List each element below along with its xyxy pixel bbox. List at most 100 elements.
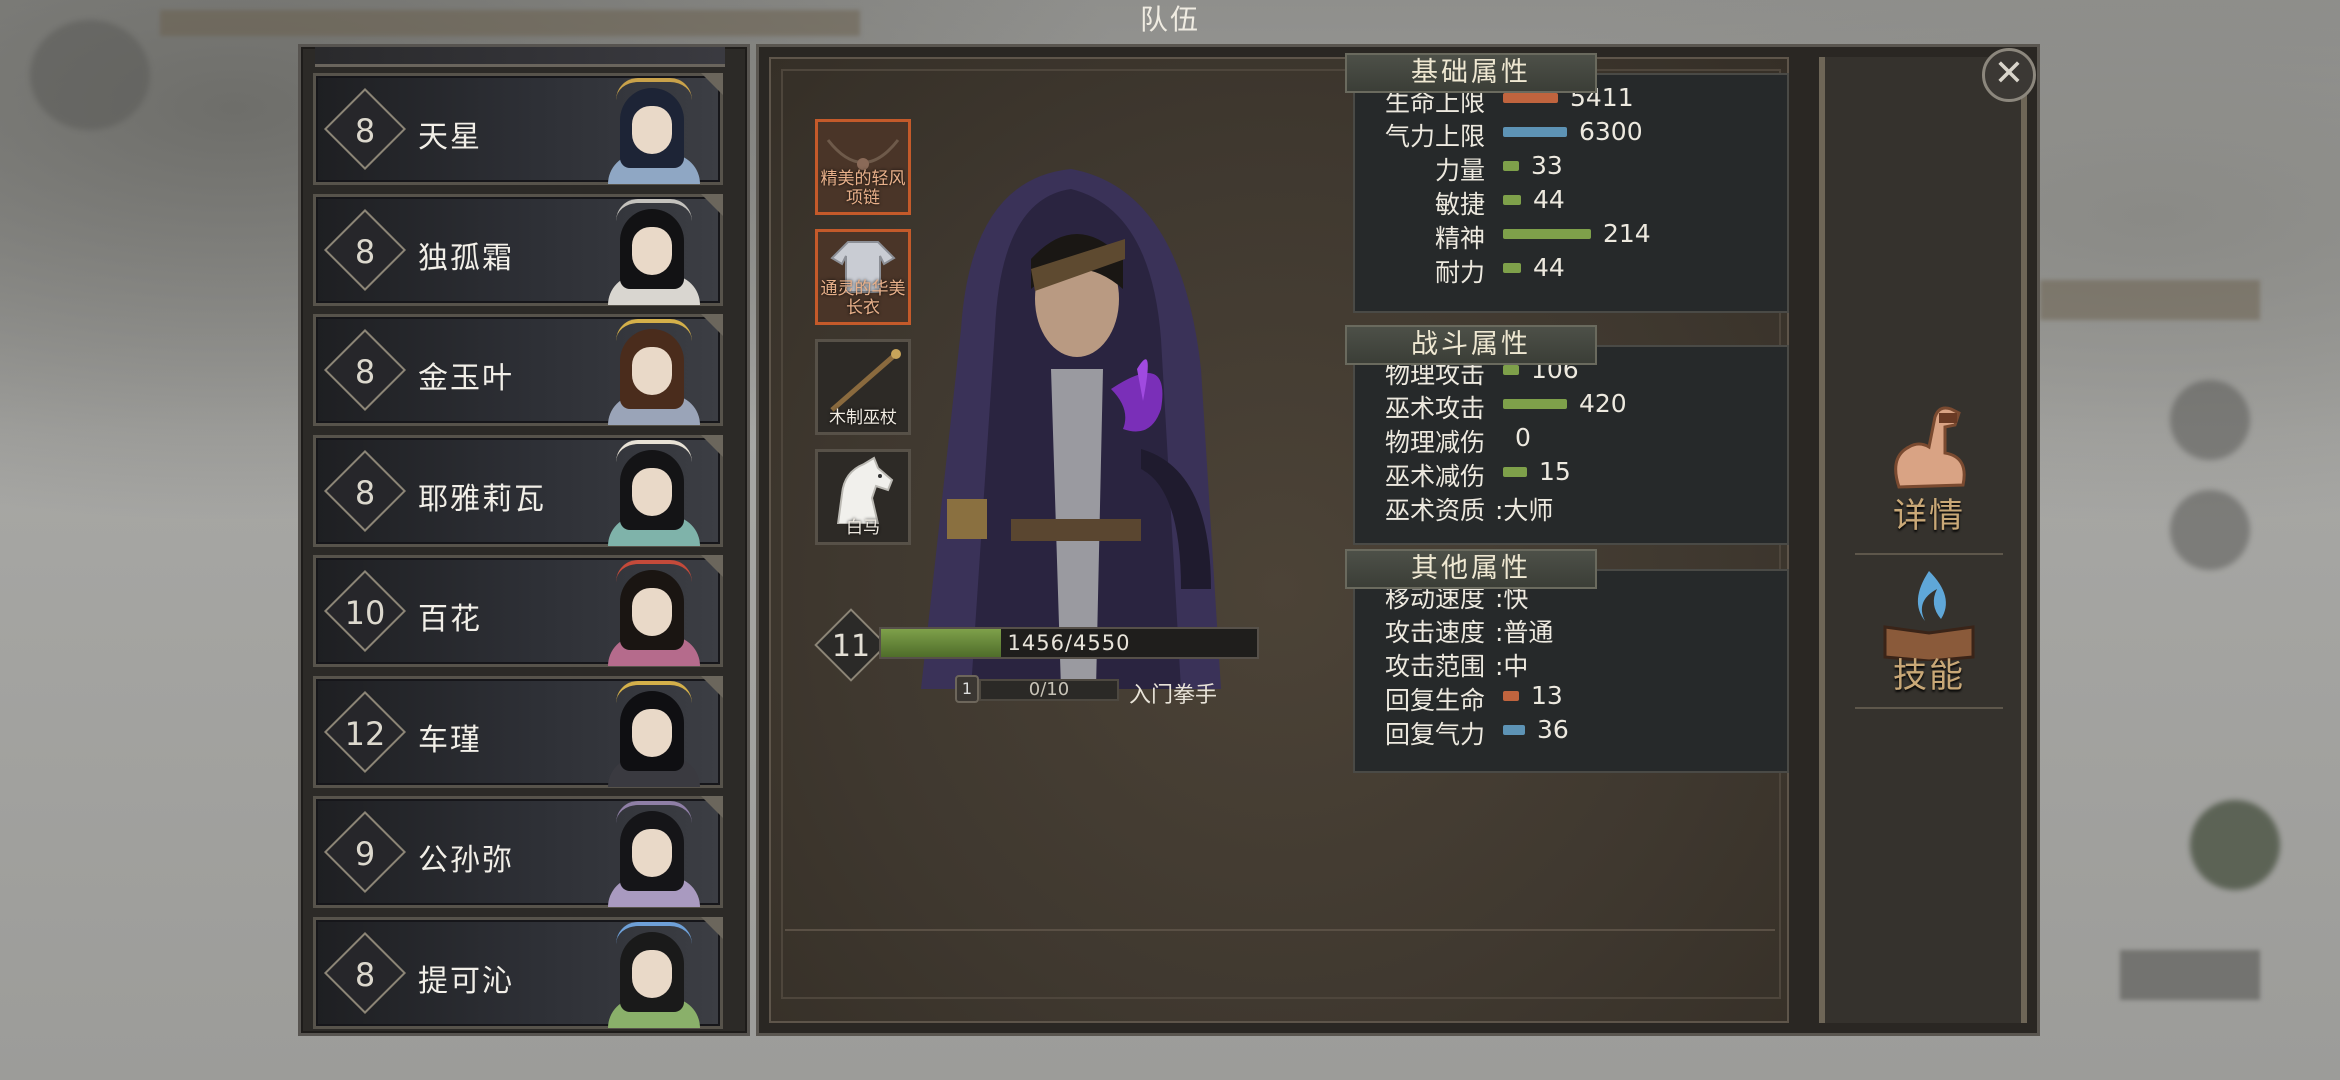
equip-slot-robe[interactable]: 通灵的华美 长衣 (815, 229, 911, 325)
experience-bar: 1456/4550 (879, 627, 1259, 659)
other-attributes-panel: 移动速度:快 攻击速度:普通 攻击范围:中 回复生命 13 回复气力 36 (1353, 569, 1789, 773)
attribute-value: 6300 (1579, 117, 1643, 146)
roster-member[interactable]: 8 独孤霜 (313, 193, 723, 306)
attribute-row: 耐力 44 (1355, 253, 1787, 287)
equip-label-line1: 木制巫杖 (829, 408, 897, 428)
equip-label-line1: 通灵的华美 (820, 279, 906, 299)
details-tab-button[interactable]: 详情 (1845, 397, 2013, 547)
attribute-label: 攻击范围 (1384, 652, 1485, 681)
background-bar-blur (2120, 950, 2260, 1000)
member-level: 9 (354, 835, 376, 873)
member-level: 8 (354, 232, 376, 271)
attribute-bar (1503, 127, 1567, 137)
attribute-label: 巫术减伤 (1384, 462, 1485, 491)
attribute-label: 耐力 (1434, 258, 1485, 287)
skills-tab-button[interactable]: 技能 (1845, 557, 2013, 707)
attribute-label: 回复气力 (1384, 720, 1485, 749)
parchment-background: 精美的轻风 项链 通灵的华美 长衣 木制巫杖 白马 11 1456/4550 1… (769, 53, 1789, 1023)
attribute-bar (1503, 161, 1519, 171)
equip-label-line2: 长衣 (846, 298, 880, 318)
equip-slot-mount[interactable]: 白马 (815, 449, 911, 545)
detail-sidebar: 详情 技能 (1819, 57, 2027, 1023)
roster-member[interactable]: 8 耶雅莉瓦 (313, 434, 723, 547)
basic-attributes-panel: 生命上限 5411 气力上限 6300 力量 33 敏捷 44 精神 214 耐力 44 (1353, 73, 1789, 313)
attribute-label: 气力上限 (1384, 122, 1485, 151)
attribute-label: 物理减伤 (1384, 428, 1485, 457)
attribute-row: 巫术攻击 420 (1355, 389, 1787, 423)
combat-attributes-panel: 物理攻击 106 巫术攻击 420 物理减伤 0 巫术减伤 15 巫术资质:大师 (1353, 345, 1789, 545)
attribute-row: 攻击范围:中 (1355, 647, 1787, 681)
member-name: 金玉叶 (418, 361, 514, 396)
equip-label-line1: 精美的轻风 (820, 169, 906, 189)
member-level: 8 (354, 955, 376, 994)
roster-member[interactable]: 9 公孙弥 (313, 796, 723, 908)
member-portrait (594, 560, 714, 666)
member-portrait (594, 801, 714, 907)
attribute-row: 气力上限 6300 (1355, 117, 1787, 151)
attribute-bar (1503, 725, 1525, 735)
member-name: 车瑾 (418, 722, 482, 758)
skill-exp-text: 0/10 (1028, 679, 1070, 700)
character-portrait (921, 169, 1221, 689)
attribute-value: 36 (1537, 715, 1569, 744)
character-detail-panel: 精美的轻风 项链 通灵的华美 长衣 木制巫杖 白马 11 1456/4550 1… (756, 44, 2040, 1036)
background-button-blur (2170, 380, 2250, 460)
attribute-value: :普通 (1495, 618, 1554, 647)
roster-member[interactable]: 8 天星 (313, 73, 723, 185)
roster-member[interactable]: 12 车瑾 (313, 675, 723, 788)
skills-tab-label: 技能 (1893, 656, 1965, 696)
background-button-blur (2190, 800, 2280, 890)
details-tab-label: 详情 (1893, 496, 1965, 536)
attribute-label: 巫术资质 (1384, 496, 1485, 525)
equip-slot-staff[interactable]: 木制巫杖 (815, 339, 911, 435)
equip-label-line1: 白马 (846, 518, 880, 538)
attribute-label: 敏捷 (1434, 190, 1485, 219)
attribute-label: 精神 (1434, 224, 1485, 253)
attribute-bar (1503, 691, 1519, 701)
member-name: 提可沁 (418, 963, 514, 999)
attribute-row: 巫术资质 :大师 (1355, 491, 1787, 525)
member-name: 耶雅莉瓦 (418, 481, 546, 517)
roster-member[interactable]: 10 百花 (313, 555, 723, 667)
attribute-label: 攻击速度 (1384, 618, 1485, 647)
attribute-bar (1503, 399, 1567, 409)
attribute-bar (1503, 93, 1558, 103)
roster-member[interactable]: 8 提可沁 (313, 916, 723, 1029)
basic-attributes-title: 基础属性 (1345, 53, 1597, 93)
other-attributes-title: 其他属性 (1345, 549, 1597, 589)
close-icon[interactable]: ✕ (1982, 48, 2036, 102)
attribute-row: 巫术减伤 15 (1355, 457, 1787, 491)
party-roster-list[interactable]: 8 天星 8 独孤霜 8 金玉叶 8 耶雅莉瓦 10 百花 12 车瑾 9 公孙弥 8 提可沁 (298, 44, 750, 1036)
attribute-row: 精神 214 (1355, 219, 1787, 253)
attribute-value: 44 (1533, 185, 1565, 214)
combat-attributes-title: 战斗属性 (1345, 325, 1597, 365)
member-name: 天星 (418, 120, 482, 155)
staff-icon (830, 349, 901, 412)
attribute-bar (1503, 195, 1521, 205)
attribute-bar (1503, 365, 1519, 375)
attribute-value: 15 (1539, 457, 1571, 486)
attribute-value: 44 (1533, 253, 1565, 282)
attribute-row: 回复生命 13 (1355, 681, 1787, 715)
skill-rank-name: 入门拳手 (1129, 683, 1218, 708)
member-name: 独孤霜 (418, 240, 514, 276)
member-level: 8 (354, 473, 376, 512)
member-level: 10 (344, 594, 386, 632)
skill-level-icon: 1 (955, 675, 979, 703)
member-level: 12 (344, 714, 386, 753)
member-level: 8 (354, 353, 376, 391)
window-title: 队伍 (1139, 3, 1200, 36)
attribute-value: :大师 (1495, 496, 1554, 525)
equip-slot-necklace[interactable]: 精美的轻风 项链 (815, 119, 911, 215)
member-name: 公孙弥 (418, 843, 514, 878)
attribute-row: 攻击速度 :普通 (1355, 613, 1787, 647)
attribute-bar (1503, 263, 1521, 273)
skill-level: 1 (961, 679, 973, 698)
muscle-arm-icon (1894, 406, 1966, 489)
roster-member[interactable]: 8 金玉叶 (313, 314, 723, 426)
attribute-value: 0 (1515, 423, 1531, 452)
attribute-label: 回复生命 (1384, 686, 1485, 715)
member-portrait (594, 680, 714, 787)
attribute-value: 214 (1603, 219, 1651, 248)
attribute-value: 420 (1579, 389, 1627, 418)
